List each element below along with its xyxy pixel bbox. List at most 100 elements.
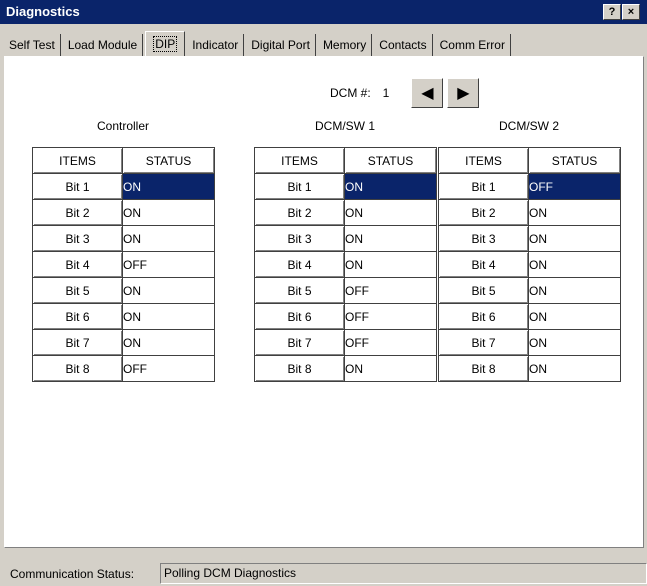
next-dcm-button[interactable]: ▶ xyxy=(447,78,480,108)
tab-dip[interactable]: DIP xyxy=(145,31,186,57)
tab-comm-error[interactable]: Comm Error xyxy=(435,34,511,56)
table-header-row: ITEMS STATUS xyxy=(438,147,621,174)
table-row[interactable]: Bit 6 OFF xyxy=(254,303,437,330)
bit-status-cell[interactable]: ON xyxy=(528,355,621,382)
table-row[interactable]: Bit 7 OFF xyxy=(254,329,437,356)
table-row[interactable]: Bit 8 OFF xyxy=(32,355,215,382)
tab-self-test[interactable]: Self Test xyxy=(4,34,61,56)
help-button[interactable]: ? xyxy=(603,4,621,20)
bit-item-cell[interactable]: Bit 8 xyxy=(438,355,529,382)
table-row[interactable]: Bit 5 ON xyxy=(32,277,215,304)
tab-label: Contacts xyxy=(379,38,427,52)
bit-status-cell[interactable]: ON xyxy=(344,355,437,382)
bit-status-cell[interactable]: OFF xyxy=(122,355,215,382)
bit-item-cell[interactable]: Bit 8 xyxy=(32,355,123,382)
bit-status-cell[interactable]: ON xyxy=(122,329,215,356)
bit-item-cell[interactable]: Bit 1 xyxy=(438,173,529,200)
bit-status-cell[interactable]: ON xyxy=(344,173,437,200)
bit-status-cell[interactable]: OFF xyxy=(122,251,215,278)
bit-status-cell[interactable]: ON xyxy=(122,173,215,200)
bit-status-cell[interactable]: ON xyxy=(528,225,621,252)
window-title: Diagnostics xyxy=(6,4,80,19)
bit-status-cell[interactable]: ON xyxy=(528,303,621,330)
bit-item-cell[interactable]: Bit 6 xyxy=(438,303,529,330)
bit-status-cell[interactable]: ON xyxy=(528,251,621,278)
table-row[interactable]: Bit 3 ON xyxy=(254,225,437,252)
bit-status-cell[interactable]: OFF xyxy=(344,277,437,304)
tab-indicator[interactable]: Indicator xyxy=(187,34,245,56)
communication-status-label: Communication Status: xyxy=(10,567,135,581)
bit-item-cell[interactable]: Bit 6 xyxy=(254,303,345,330)
table-row[interactable]: Bit 1 OFF xyxy=(438,173,621,200)
table-row[interactable]: Bit 2 ON xyxy=(254,199,437,226)
table-row[interactable]: Bit 8 ON xyxy=(254,355,437,382)
bit-item-cell[interactable]: Bit 4 xyxy=(254,251,345,278)
dcm-number: 1 xyxy=(382,86,390,100)
bit-item-cell[interactable]: Bit 1 xyxy=(254,173,345,200)
tab-digital-port[interactable]: Digital Port xyxy=(246,34,316,56)
close-button[interactable]: × xyxy=(622,4,640,20)
bit-item-cell[interactable]: Bit 5 xyxy=(254,277,345,304)
bit-status-cell[interactable]: ON xyxy=(344,251,437,278)
bit-item-cell[interactable]: Bit 5 xyxy=(32,277,123,304)
title-bar: Diagnostics ? × xyxy=(0,0,647,24)
bit-status-cell[interactable]: OFF xyxy=(344,329,437,356)
prev-dcm-button[interactable]: ◀ xyxy=(411,78,444,108)
bit-status-cell[interactable]: ON xyxy=(528,329,621,356)
table-row[interactable]: Bit 7 ON xyxy=(32,329,215,356)
dcm-sw1-title: DCM/SW 1 xyxy=(315,119,375,133)
table-row[interactable]: Bit 5 OFF xyxy=(254,277,437,304)
bit-item-cell[interactable]: Bit 2 xyxy=(254,199,345,226)
bit-status-cell[interactable]: ON xyxy=(122,225,215,252)
tab-contacts[interactable]: Contacts xyxy=(374,34,433,56)
dcm-selector: DCM #: 1 ◀ ▶ xyxy=(330,78,483,108)
status-column-header: STATUS xyxy=(122,147,215,174)
tab-memory[interactable]: Memory xyxy=(318,34,373,56)
table-row[interactable]: Bit 1 ON xyxy=(32,173,215,200)
controller-table: ITEMS STATUS Bit 1 ON Bit 2 ON Bit 3 ON Bit 4 OFF… xyxy=(32,147,215,382)
bit-status-cell[interactable]: OFF xyxy=(344,303,437,330)
bit-status-cell[interactable]: ON xyxy=(344,225,437,252)
bit-item-cell[interactable]: Bit 3 xyxy=(254,225,345,252)
table-row[interactable]: Bit 6 ON xyxy=(438,303,621,330)
table-row[interactable]: Bit 4 ON xyxy=(254,251,437,278)
bit-status-cell[interactable]: ON xyxy=(528,277,621,304)
bit-item-cell[interactable]: Bit 1 xyxy=(32,173,123,200)
bit-status-cell[interactable]: ON xyxy=(122,199,215,226)
tab-load-module[interactable]: Load Module xyxy=(63,34,144,56)
table-row[interactable]: Bit 2 ON xyxy=(438,199,621,226)
table-row[interactable]: Bit 4 OFF xyxy=(32,251,215,278)
table-row[interactable]: Bit 3 ON xyxy=(32,225,215,252)
tab-label: Self Test xyxy=(9,38,55,52)
items-column-header: ITEMS xyxy=(438,147,529,174)
table-row[interactable]: Bit 8 ON xyxy=(438,355,621,382)
bit-status-cell[interactable]: ON xyxy=(344,199,437,226)
bit-item-cell[interactable]: Bit 6 xyxy=(32,303,123,330)
bit-status-cell[interactable]: ON xyxy=(122,303,215,330)
bit-item-cell[interactable]: Bit 3 xyxy=(32,225,123,252)
bit-item-cell[interactable]: Bit 2 xyxy=(32,199,123,226)
table-header-row: ITEMS STATUS xyxy=(254,147,437,174)
bit-status-cell[interactable]: ON xyxy=(528,199,621,226)
tab-label: Digital Port xyxy=(251,38,310,52)
table-row[interactable]: Bit 2 ON xyxy=(32,199,215,226)
table-row[interactable]: Bit 7 ON xyxy=(438,329,621,356)
bit-item-cell[interactable]: Bit 7 xyxy=(438,329,529,356)
table-row[interactable]: Bit 4 ON xyxy=(438,251,621,278)
bit-item-cell[interactable]: Bit 7 xyxy=(254,329,345,356)
bit-item-cell[interactable]: Bit 4 xyxy=(438,251,529,278)
bit-status-cell[interactable]: OFF xyxy=(528,173,621,200)
table-row[interactable]: Bit 6 ON xyxy=(32,303,215,330)
bit-item-cell[interactable]: Bit 8 xyxy=(254,355,345,382)
bit-item-cell[interactable]: Bit 7 xyxy=(32,329,123,356)
table-row[interactable]: Bit 3 ON xyxy=(438,225,621,252)
bit-status-cell[interactable]: ON xyxy=(122,277,215,304)
bit-item-cell[interactable]: Bit 5 xyxy=(438,277,529,304)
bit-item-cell[interactable]: Bit 2 xyxy=(438,199,529,226)
bit-item-cell[interactable]: Bit 4 xyxy=(32,251,123,278)
table-row[interactable]: Bit 1 ON xyxy=(254,173,437,200)
controller-title: Controller xyxy=(96,119,150,133)
communication-status-value: Polling DCM Diagnostics xyxy=(160,563,647,584)
table-row[interactable]: Bit 5 ON xyxy=(438,277,621,304)
bit-item-cell[interactable]: Bit 3 xyxy=(438,225,529,252)
